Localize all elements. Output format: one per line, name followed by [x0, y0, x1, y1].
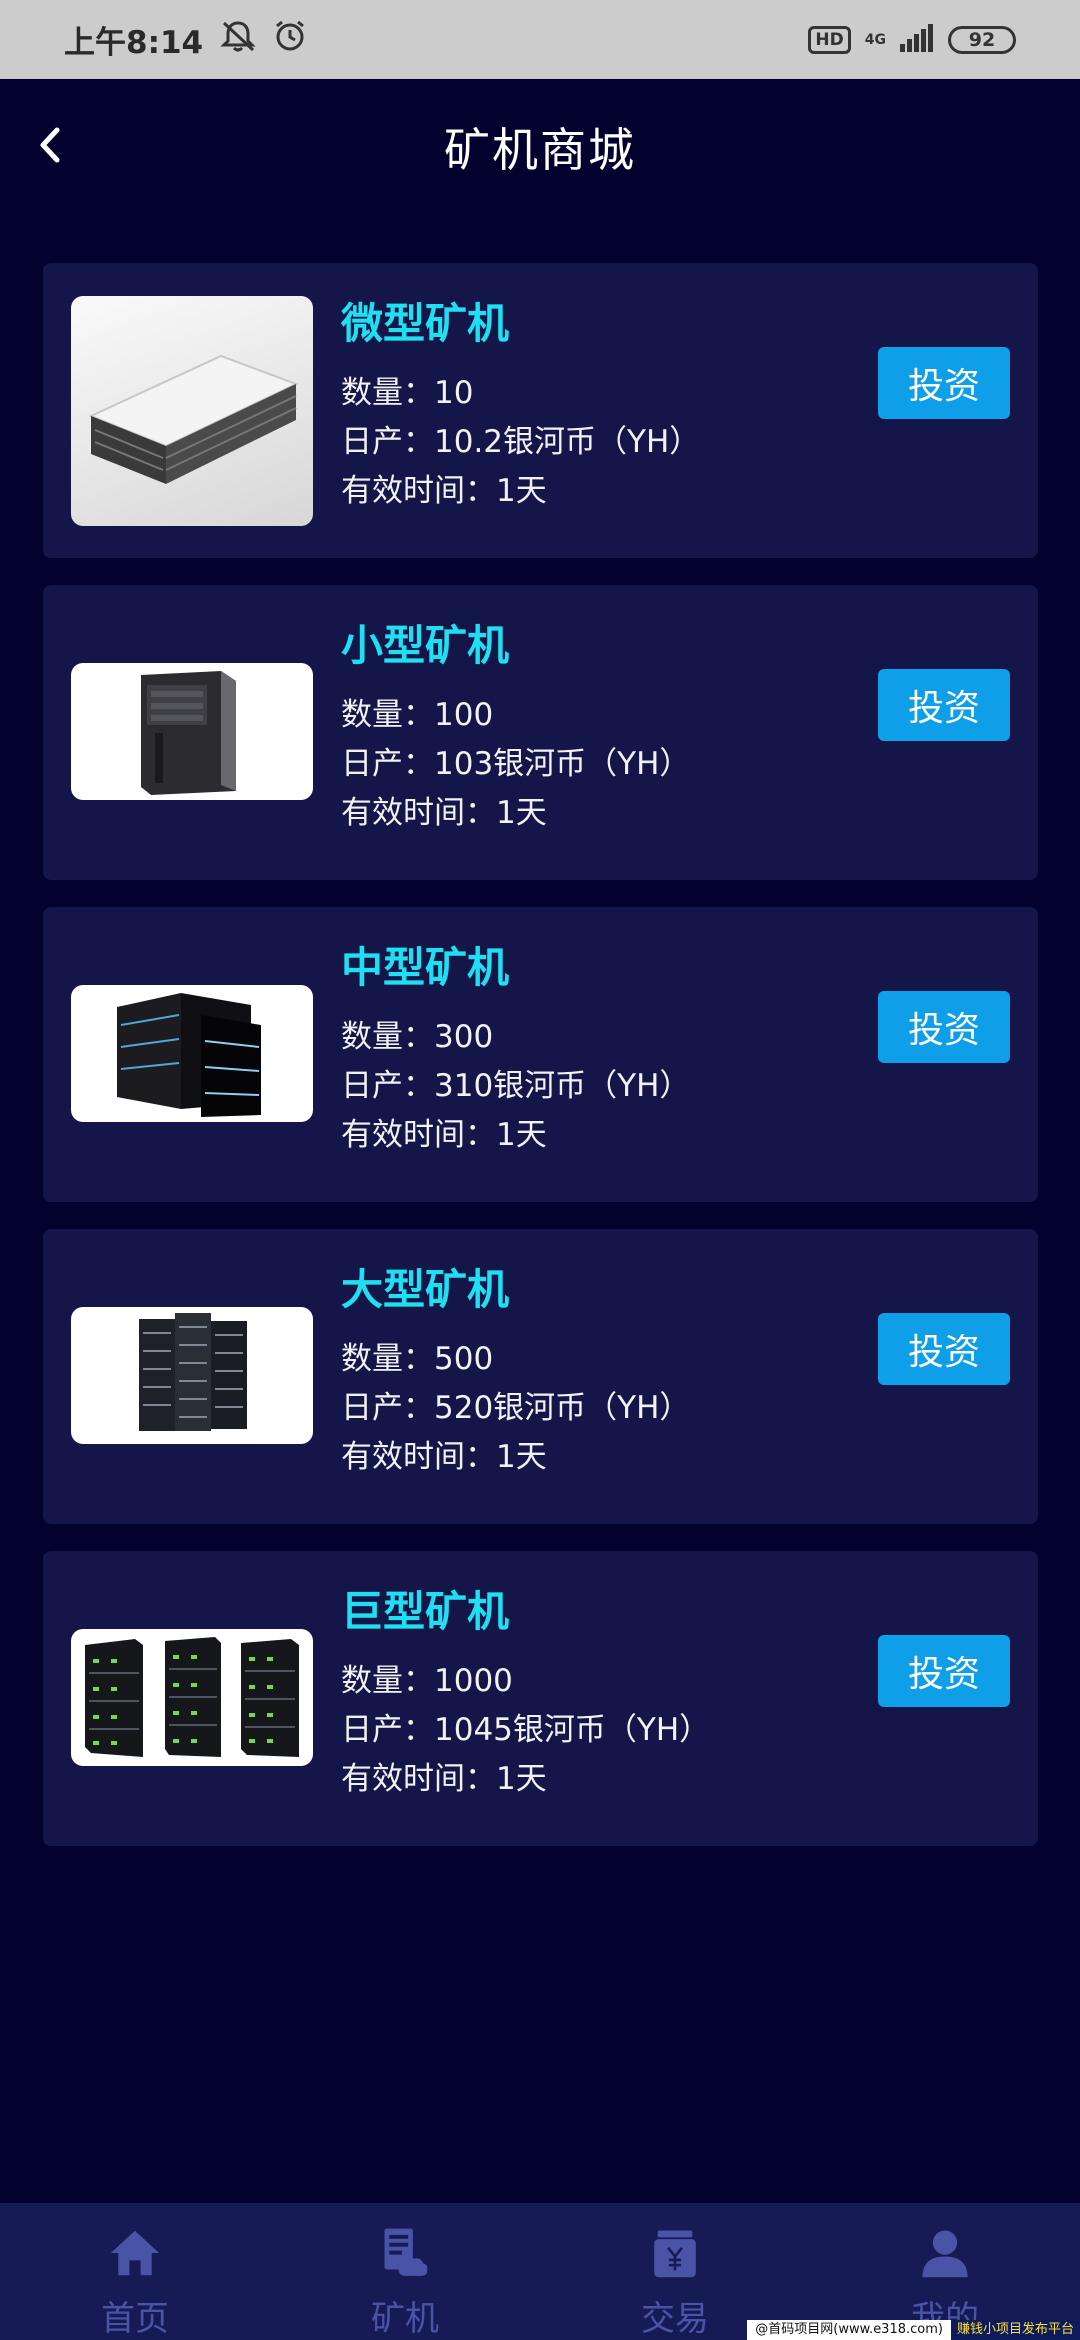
miner-image: [71, 1307, 313, 1444]
invest-button[interactable]: 投资: [878, 991, 1010, 1063]
watermark: @首码项目网(www.e318.com) 赚钱小项目发布平台: [747, 2320, 1080, 2340]
miner-info: 微型矿机 数量：10 日产：10.2银河币（YH） 有效时间：1天: [341, 293, 700, 516]
signal-icon: [900, 23, 934, 56]
miner-info: 大型矿机 数量：500 日产：520银河币（YH） 有效时间：1天: [341, 1259, 690, 1482]
alarm-icon: [273, 19, 307, 61]
miner-valid-time: 有效时间：1天: [341, 795, 547, 831]
miner-name: 小型矿机: [341, 621, 510, 670]
miner-image: [71, 296, 313, 526]
home-icon: [110, 2230, 160, 2276]
miner-image: [71, 1629, 313, 1766]
back-arrow-icon: [40, 127, 60, 163]
invest-button[interactable]: 投资: [878, 1313, 1010, 1385]
miner-daily-output: 日产：1045银河币（YH）: [341, 1712, 711, 1748]
watermark-site: @首码项目网(www.e318.com): [747, 2320, 951, 2340]
hd-indicator: HD: [808, 25, 851, 54]
miner-quantity: 数量：10: [341, 375, 474, 411]
tab-miner[interactable]: 矿机: [270, 2203, 540, 2340]
invest-button[interactable]: 投资: [878, 347, 1010, 419]
mute-icon: [219, 18, 257, 62]
back-button[interactable]: [22, 117, 78, 173]
miner-quantity: 数量：500: [341, 1341, 494, 1377]
profile-icon: [922, 2230, 968, 2278]
miner-daily-output: 日产：10.2银河币（YH）: [341, 424, 701, 460]
miner-name: 大型矿机: [341, 1265, 510, 1314]
miner-card-micro: 微型矿机 数量：10 日产：10.2银河币（YH） 有效时间：1天 投资: [43, 263, 1038, 558]
miner-info: 小型矿机 数量：100 日产：103银河币（YH） 有效时间：1天: [341, 615, 690, 838]
miner-icon: [384, 2228, 428, 2276]
miner-daily-output: 日产：520银河币（YH）: [341, 1390, 691, 1426]
miner-name: 中型矿机: [341, 943, 510, 992]
status-right: HD 4G 92: [808, 23, 1016, 56]
miner-valid-time: 有效时间：1天: [341, 1439, 547, 1475]
watermark-slogan: 赚钱小项目发布平台: [950, 2320, 1080, 2340]
page-title: 矿机商城: [444, 122, 636, 177]
miner-info: 中型矿机 数量：300 日产：310银河币（YH） 有效时间：1天: [341, 937, 690, 1160]
miner-quantity: 数量：100: [341, 697, 494, 733]
miner-card-medium: 中型矿机 数量：300 日产：310银河币（YH） 有效时间：1天 投资: [43, 907, 1038, 1202]
miner-info: 巨型矿机 数量：1000 日产：1045银河币（YH） 有效时间：1天: [341, 1581, 710, 1804]
network-type: 4G: [864, 31, 886, 48]
miner-daily-output: 日产：103银河币（YH）: [341, 746, 691, 782]
miner-image: [71, 663, 313, 800]
miner-card-large: 大型矿机 数量：500 日产：520银河币（YH） 有效时间：1天 投资: [43, 1229, 1038, 1524]
miner-list: 微型矿机 数量：10 日产：10.2银河币（YH） 有效时间：1天 投资 小型矿…: [43, 263, 1038, 1873]
status-time: 上午8:14: [64, 25, 204, 61]
miner-card-small: 小型矿机 数量：100 日产：103银河币（YH） 有效时间：1天 投资: [43, 585, 1038, 880]
miner-quantity: 数量：300: [341, 1019, 494, 1055]
invest-button[interactable]: 投资: [878, 669, 1010, 741]
miner-card-giant: 巨型矿机 数量：1000 日产：1045银河币（YH） 有效时间：1天 投资: [43, 1551, 1038, 1846]
tab-home[interactable]: 首页: [0, 2203, 270, 2340]
miner-daily-output: 日产：310银河币（YH）: [341, 1068, 691, 1104]
tab-home-label: 首页: [101, 2299, 169, 2339]
invest-button[interactable]: 投资: [878, 1635, 1010, 1707]
tab-trade-label: 交易: [641, 2299, 709, 2339]
miner-valid-time: 有效时间：1天: [341, 473, 547, 509]
app-header: 矿机商城: [0, 79, 1080, 214]
tab-miner-label: 矿机: [371, 2299, 439, 2339]
miner-quantity: 数量：1000: [341, 1663, 513, 1699]
miner-name: 微型矿机: [341, 299, 510, 348]
miner-image: [71, 985, 313, 1122]
miner-valid-time: 有效时间：1天: [341, 1117, 547, 1153]
battery-indicator: 92: [948, 25, 1016, 54]
status-bar: 上午8:14 HD 4G 92: [0, 0, 1080, 79]
trade-icon: [654, 2230, 696, 2278]
miner-name: 巨型矿机: [341, 1587, 510, 1636]
status-left: 上午8:14: [64, 17, 307, 62]
miner-valid-time: 有效时间：1天: [341, 1761, 547, 1797]
